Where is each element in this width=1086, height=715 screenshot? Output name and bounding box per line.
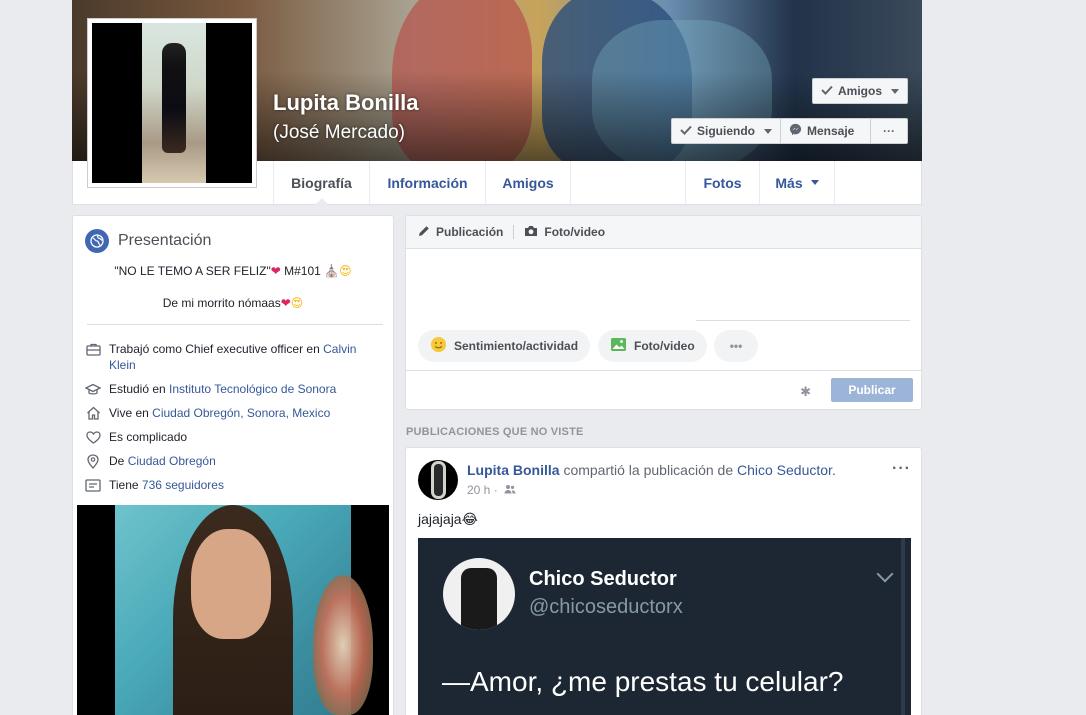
- church-emoji-icon: ⛪: [324, 264, 340, 278]
- post-author-avatar[interactable]: [418, 460, 458, 500]
- composer-tab-post[interactable]: Publicación: [418, 225, 503, 240]
- post-meta: 20 h ·: [467, 483, 516, 497]
- shared-author-handle: @chicoseductorx: [529, 596, 683, 618]
- bio-tag: M#101: [280, 264, 321, 278]
- shared-content[interactable]: Chico Seductor @chicoseductorx —Amor, ¿m…: [418, 538, 911, 715]
- graduation-cap-icon: [85, 381, 101, 397]
- photo-video-button[interactable]: Foto/video: [598, 330, 707, 362]
- location-pin-icon: [85, 453, 101, 469]
- briefcase-icon: [85, 341, 101, 357]
- bio-text: De mi morrito nómaas: [162, 296, 281, 310]
- relationship-status: Es complicado: [109, 430, 188, 444]
- divider: [87, 324, 383, 325]
- profile-name[interactable]: Lupita Bonilla: [273, 90, 418, 116]
- profile-alternate-name: (José Mercado): [273, 122, 405, 143]
- following-button-label: Siguiendo: [697, 124, 755, 138]
- tab-more[interactable]: Más: [759, 161, 835, 204]
- friends-button[interactable]: Amigos: [812, 78, 908, 104]
- info-work: Trabajó como Chief executive officer en …: [85, 341, 375, 373]
- scrollbar: [901, 538, 905, 715]
- info-followers: Tiene 736 seguidores: [85, 477, 375, 493]
- camera-icon: [524, 225, 538, 240]
- composer-more-button[interactable]: •••: [714, 330, 758, 362]
- followers-link[interactable]: 736 seguidores: [142, 478, 224, 492]
- info-education: Estudió en Instituto Tecnológico de Sono…: [85, 381, 375, 397]
- chevron-down-icon: [876, 565, 894, 583]
- info-relationship: Es complicado: [85, 429, 375, 445]
- post-author-link[interactable]: Lupita Bonilla: [467, 462, 560, 478]
- caret-down-icon: [764, 128, 772, 134]
- following-button[interactable]: Siguiendo: [671, 118, 781, 144]
- hometown-link[interactable]: Ciudad Obregón: [128, 454, 216, 468]
- home-icon: [85, 405, 101, 421]
- shared-quote: —Amor, ¿me prestas tu celular?: [442, 666, 844, 697]
- tab-biography[interactable]: Biografía: [273, 161, 369, 205]
- check-icon: [680, 124, 692, 138]
- tab-friends[interactable]: Amigos: [485, 161, 571, 204]
- composer-text-area[interactable]: [418, 256, 910, 316]
- photo-icon: [610, 337, 627, 355]
- pencil-icon: [418, 225, 430, 240]
- post-text: jajajaja😂: [418, 511, 478, 527]
- publish-button[interactable]: Publicar: [831, 378, 913, 402]
- messenger-icon: [789, 123, 802, 139]
- shared-from-link[interactable]: Chico Seductor.: [737, 462, 836, 478]
- tab-information[interactable]: Información: [369, 161, 485, 204]
- profile-photo-person: [162, 43, 186, 153]
- shared-author-name: Chico Seductor: [529, 568, 677, 590]
- info-residence: Vive en Ciudad Obregón, Sonora, Mexico: [85, 405, 375, 421]
- followers-icon: [85, 477, 101, 493]
- more-options-button[interactable]: ···: [870, 118, 908, 144]
- check-icon: [821, 84, 833, 98]
- shared-author-avatar: [443, 558, 515, 630]
- profile-picture[interactable]: [87, 18, 257, 188]
- education-link[interactable]: Instituto Tecnológico de Sonora: [169, 382, 336, 396]
- caret-down-icon: [891, 88, 900, 94]
- intro-card: Presentación "NO LE TEMO A SER FELIZ"❤ M…: [72, 215, 394, 715]
- caret-down-icon: [810, 180, 819, 185]
- smiley-icon: [430, 336, 447, 356]
- post-header: Lupita Bonilla compartió la publicación …: [467, 462, 836, 478]
- message-button-label: Mensaje: [807, 124, 855, 138]
- tab-photos[interactable]: Fotos: [685, 161, 759, 204]
- feeling-activity-button[interactable]: Sentimiento/actividad: [418, 330, 591, 362]
- heart-emoji-icon: ❤: [270, 264, 281, 278]
- featured-photo[interactable]: [77, 505, 389, 715]
- bio-quote: "NO LE TEMO A SER FELIZ": [114, 264, 271, 278]
- post-options-icon[interactable]: ···: [892, 460, 911, 478]
- composer-tab-photo[interactable]: Foto/video: [524, 225, 605, 240]
- globe-icon: [85, 229, 109, 253]
- post-time[interactable]: 20 h ·: [467, 483, 498, 497]
- heart-eyes-emoji-icon: 😍: [339, 264, 352, 278]
- mural-decoration: [313, 575, 373, 715]
- info-hometown: De Ciudad Obregón: [85, 453, 375, 469]
- gear-icon[interactable]: ✱: [800, 384, 811, 400]
- post-composer: Publicación Foto/video Sentimiento/activ…: [405, 215, 922, 410]
- heart-eyes-emoji-icon: 😍: [290, 296, 304, 310]
- message-button[interactable]: Mensaje: [781, 118, 871, 144]
- bio-line-1: "NO LE TEMO A SER FELIZ"❤ M#101 ⛪😍: [73, 264, 393, 278]
- bio-line-2: De mi morrito nómaas❤😍: [73, 296, 393, 310]
- heart-icon: [85, 429, 101, 445]
- residence-link[interactable]: Ciudad Obregón, Sonora, Mexico: [152, 406, 330, 420]
- friends-button-label: Amigos: [838, 84, 883, 98]
- friends-audience-icon: [504, 483, 516, 497]
- section-label: PUBLICACIONES QUE NO VISTE: [406, 426, 584, 438]
- featured-photo-face: [191, 529, 271, 639]
- heart-emoji-icon: ❤: [280, 296, 291, 310]
- intro-title: Presentación: [118, 232, 212, 249]
- feed-post: Lupita Bonilla compartió la publicación …: [405, 447, 922, 715]
